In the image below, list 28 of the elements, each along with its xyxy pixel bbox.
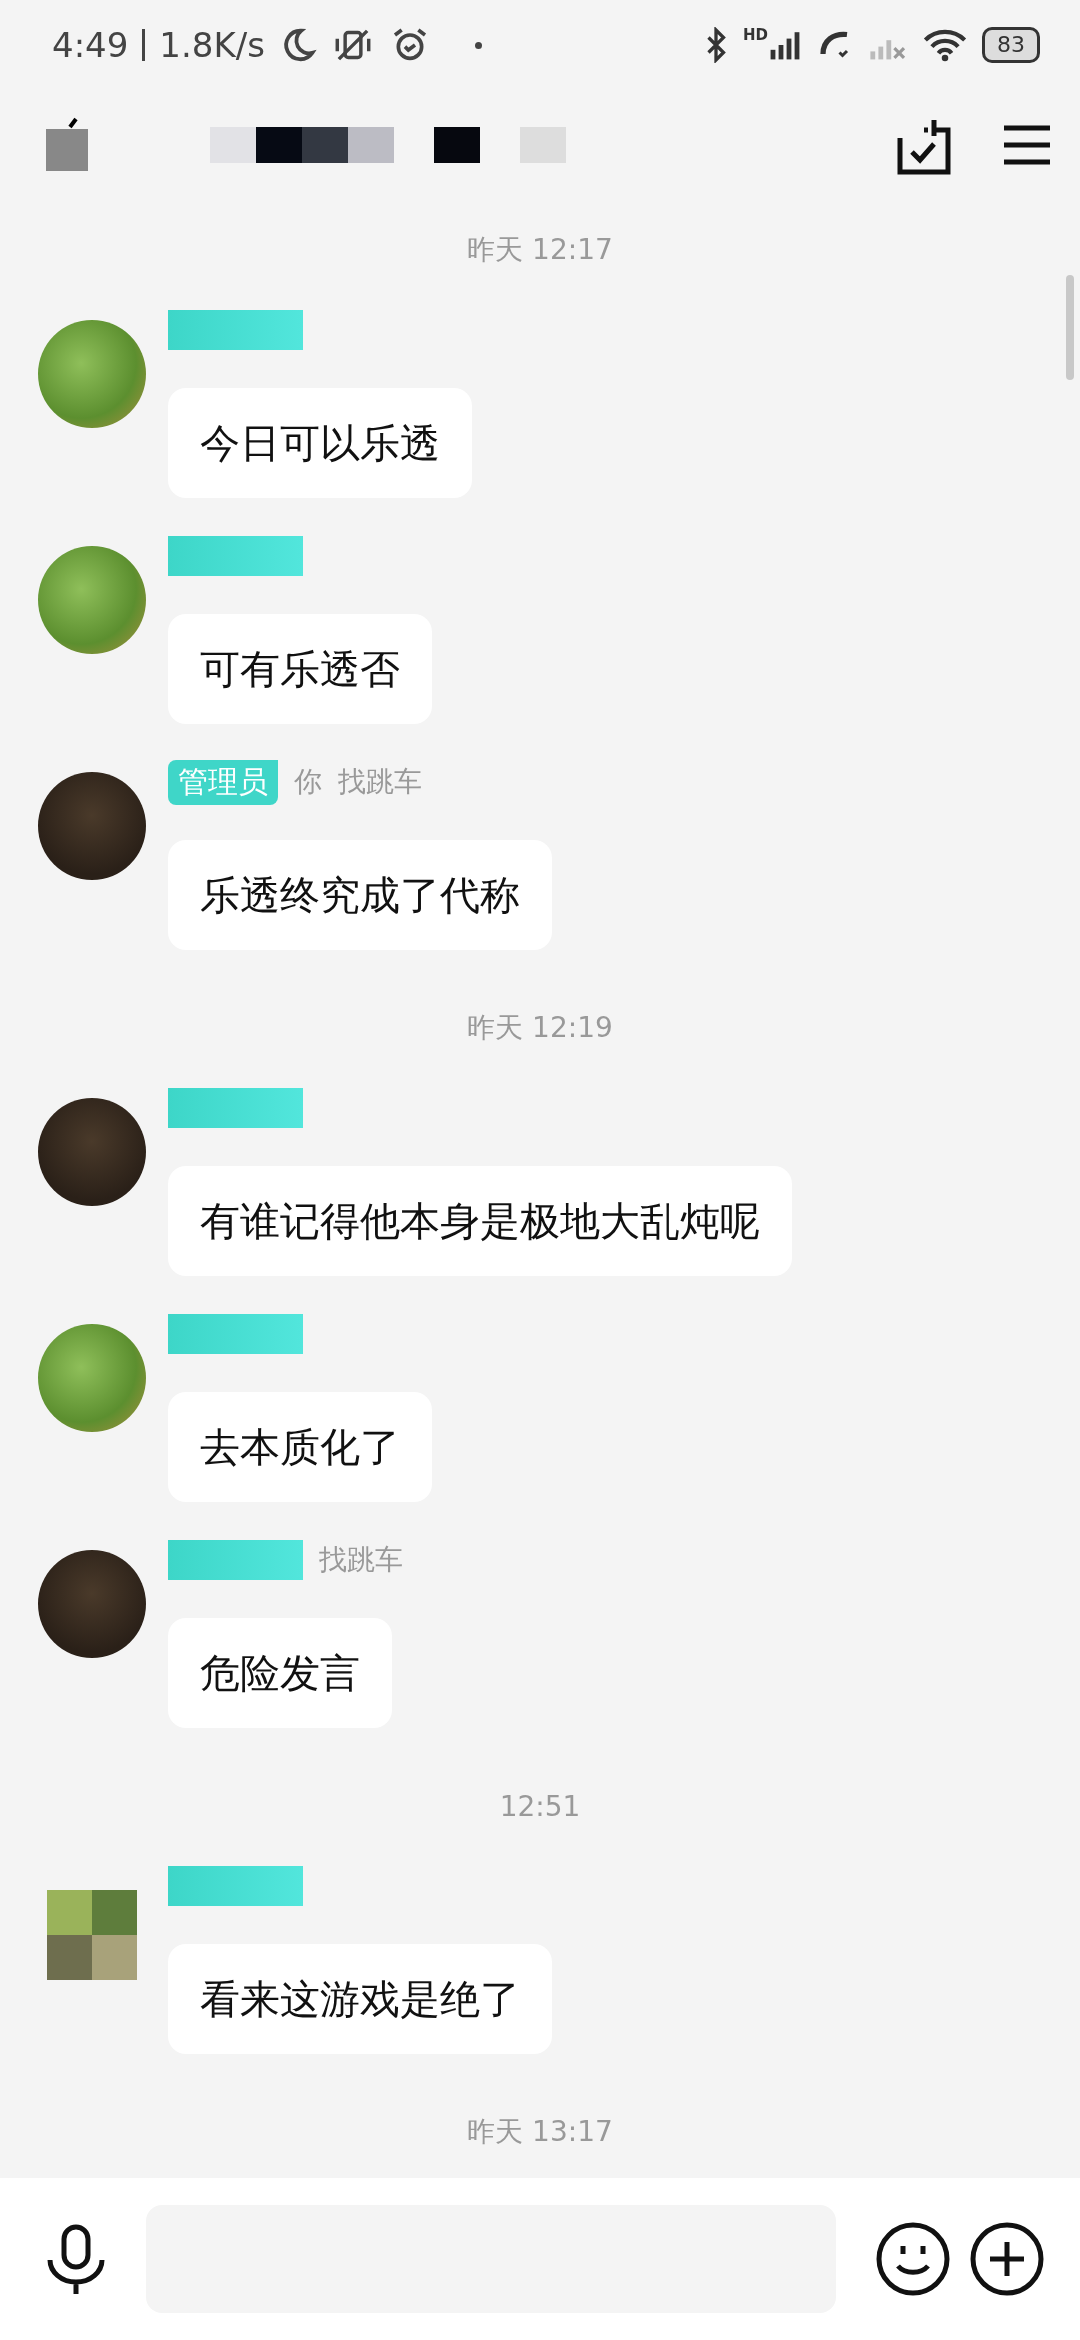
status-divider: [142, 29, 146, 61]
message-bubble: 乐透终究成了代称: [168, 840, 552, 950]
message-bubble: 看来这游戏是绝了: [168, 1944, 552, 2054]
timestamp: 昨天 12:17: [467, 232, 613, 268]
sender-name-fragment: 找跳车: [319, 1542, 403, 1578]
timestamp: 12:51: [499, 1789, 581, 1823]
timestamp: 昨天 12:19: [467, 1010, 613, 1046]
wifi-icon: [922, 27, 968, 63]
network-speed: 1.8K/s: [159, 25, 265, 65]
network-type-label: HD: [743, 26, 768, 44]
add-icon[interactable]: [970, 2222, 1044, 2296]
battery-indicator: 83: [982, 27, 1040, 63]
notification-dot: [474, 41, 482, 49]
menu-icon[interactable]: [1004, 125, 1050, 165]
admin-badge: 管理员: [168, 759, 278, 805]
microphone-icon[interactable]: [46, 2224, 106, 2294]
message-bubble: 有谁记得他本身是极地大乱炖呢: [168, 1166, 792, 1276]
emoji-icon[interactable]: [876, 2222, 950, 2296]
sender-name-fragment: 找跳车: [338, 764, 422, 800]
status-time: 4:49: [52, 25, 129, 65]
message-bubble: 可有乐透否: [168, 614, 432, 724]
message-bubble: 去本质化了: [168, 1392, 432, 1502]
sender-name-fragment: 你: [294, 764, 322, 800]
scrollbar[interactable]: [1066, 275, 1074, 380]
message-bubble: 今日可以乐透: [168, 388, 472, 498]
signal-icon: [768, 29, 802, 61]
message-bubble: 危险发言: [168, 1618, 392, 1728]
timestamp: 昨天 13:17: [467, 2114, 613, 2150]
